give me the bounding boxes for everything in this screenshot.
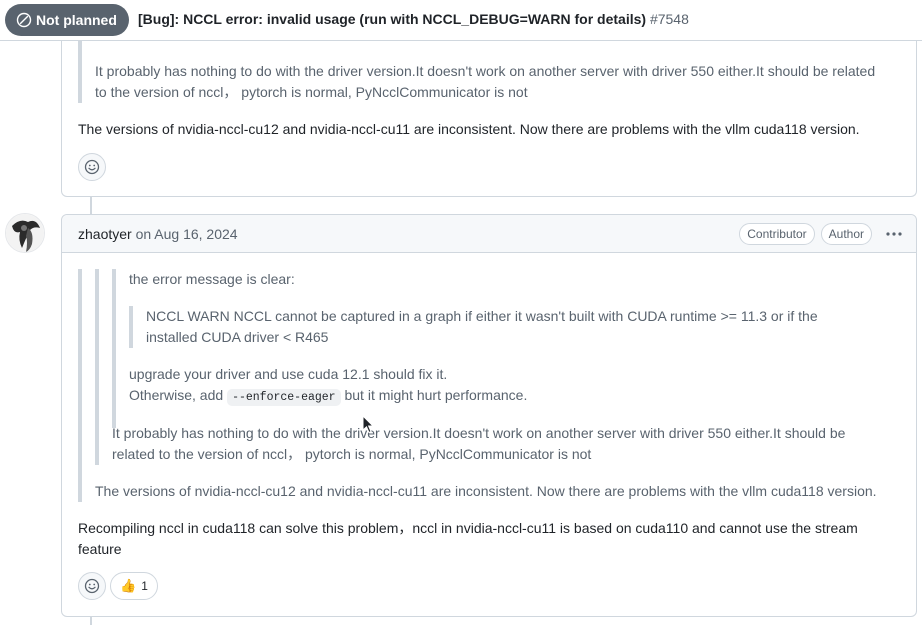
quote-text: upgrade your driver and use cuda 12.1 sh… bbox=[129, 366, 528, 406]
comment-labels: Contributor Author bbox=[739, 223, 906, 245]
blockquote-bar bbox=[112, 269, 116, 428]
add-reaction-button[interactable] bbox=[78, 572, 106, 600]
thumbs-up-icon: 👍 bbox=[120, 578, 137, 593]
issue-title-text[interactable]: [Bug]: NCCL error: invalid usage (run wi… bbox=[138, 11, 646, 27]
blockquote-bar bbox=[129, 306, 133, 348]
comment-header: zhaotyer on Aug 16, 2024 Contributor Aut… bbox=[62, 215, 916, 253]
author-link[interactable]: zhaotyer bbox=[78, 226, 132, 242]
quote-text: the error message is clear: bbox=[129, 271, 295, 287]
timeline-line bbox=[90, 197, 92, 214]
reaction-count: 1 bbox=[141, 579, 148, 593]
issue-state-badge: Not planned bbox=[5, 4, 129, 36]
blockquote-bar bbox=[95, 269, 99, 465]
smiley-icon bbox=[84, 159, 100, 175]
skip-circle-icon bbox=[16, 12, 32, 28]
issue-title: [Bug]: NCCL error: invalid usage (run wi… bbox=[138, 11, 689, 27]
quote-text: It probably has nothing to do with the d… bbox=[95, 63, 876, 100]
comment-body: The versions of nvidia-nccl-cu12 and nvi… bbox=[78, 121, 860, 137]
issue-state-label: Not planned bbox=[36, 12, 117, 28]
blockquote-bar bbox=[78, 269, 82, 502]
kebab-horizontal-icon bbox=[886, 232, 902, 236]
contributor-label: Contributor bbox=[739, 223, 815, 245]
add-reaction-button[interactable] bbox=[78, 153, 106, 181]
comment-box: zhaotyer on Aug 16, 2024 Contributor Aut… bbox=[61, 214, 917, 617]
author-label: Author bbox=[820, 223, 872, 245]
kebab-menu-button[interactable] bbox=[882, 224, 906, 244]
quote-text: NCCL WARN NCCL cannot be captured in a g… bbox=[146, 308, 818, 345]
comment-author-line: zhaotyer on Aug 16, 2024 bbox=[78, 226, 238, 242]
quote-text: It probably has nothing to do with the d… bbox=[112, 425, 846, 462]
sticky-issue-header: Not planned [Bug]: NCCL error: invalid u… bbox=[0, 0, 922, 41]
mouse-cursor-icon bbox=[362, 415, 374, 434]
comment-box: It probably has nothing to do with the d… bbox=[61, 25, 917, 197]
smiley-icon bbox=[84, 578, 100, 594]
thumbs-up-reaction-button[interactable]: 👍 1 bbox=[110, 572, 158, 600]
inline-code: --enforce-eager bbox=[227, 389, 341, 406]
comment-date[interactable]: on Aug 16, 2024 bbox=[136, 226, 238, 242]
avatar[interactable] bbox=[5, 213, 45, 253]
quote-text: The versions of nvidia-nccl-cu12 and nvi… bbox=[95, 483, 877, 499]
comment-body: Recompiling nccl in cuda118 can solve th… bbox=[78, 520, 858, 557]
issue-number: #7548 bbox=[649, 11, 689, 27]
timeline-line bbox=[90, 617, 92, 625]
avatar-image bbox=[6, 214, 44, 252]
